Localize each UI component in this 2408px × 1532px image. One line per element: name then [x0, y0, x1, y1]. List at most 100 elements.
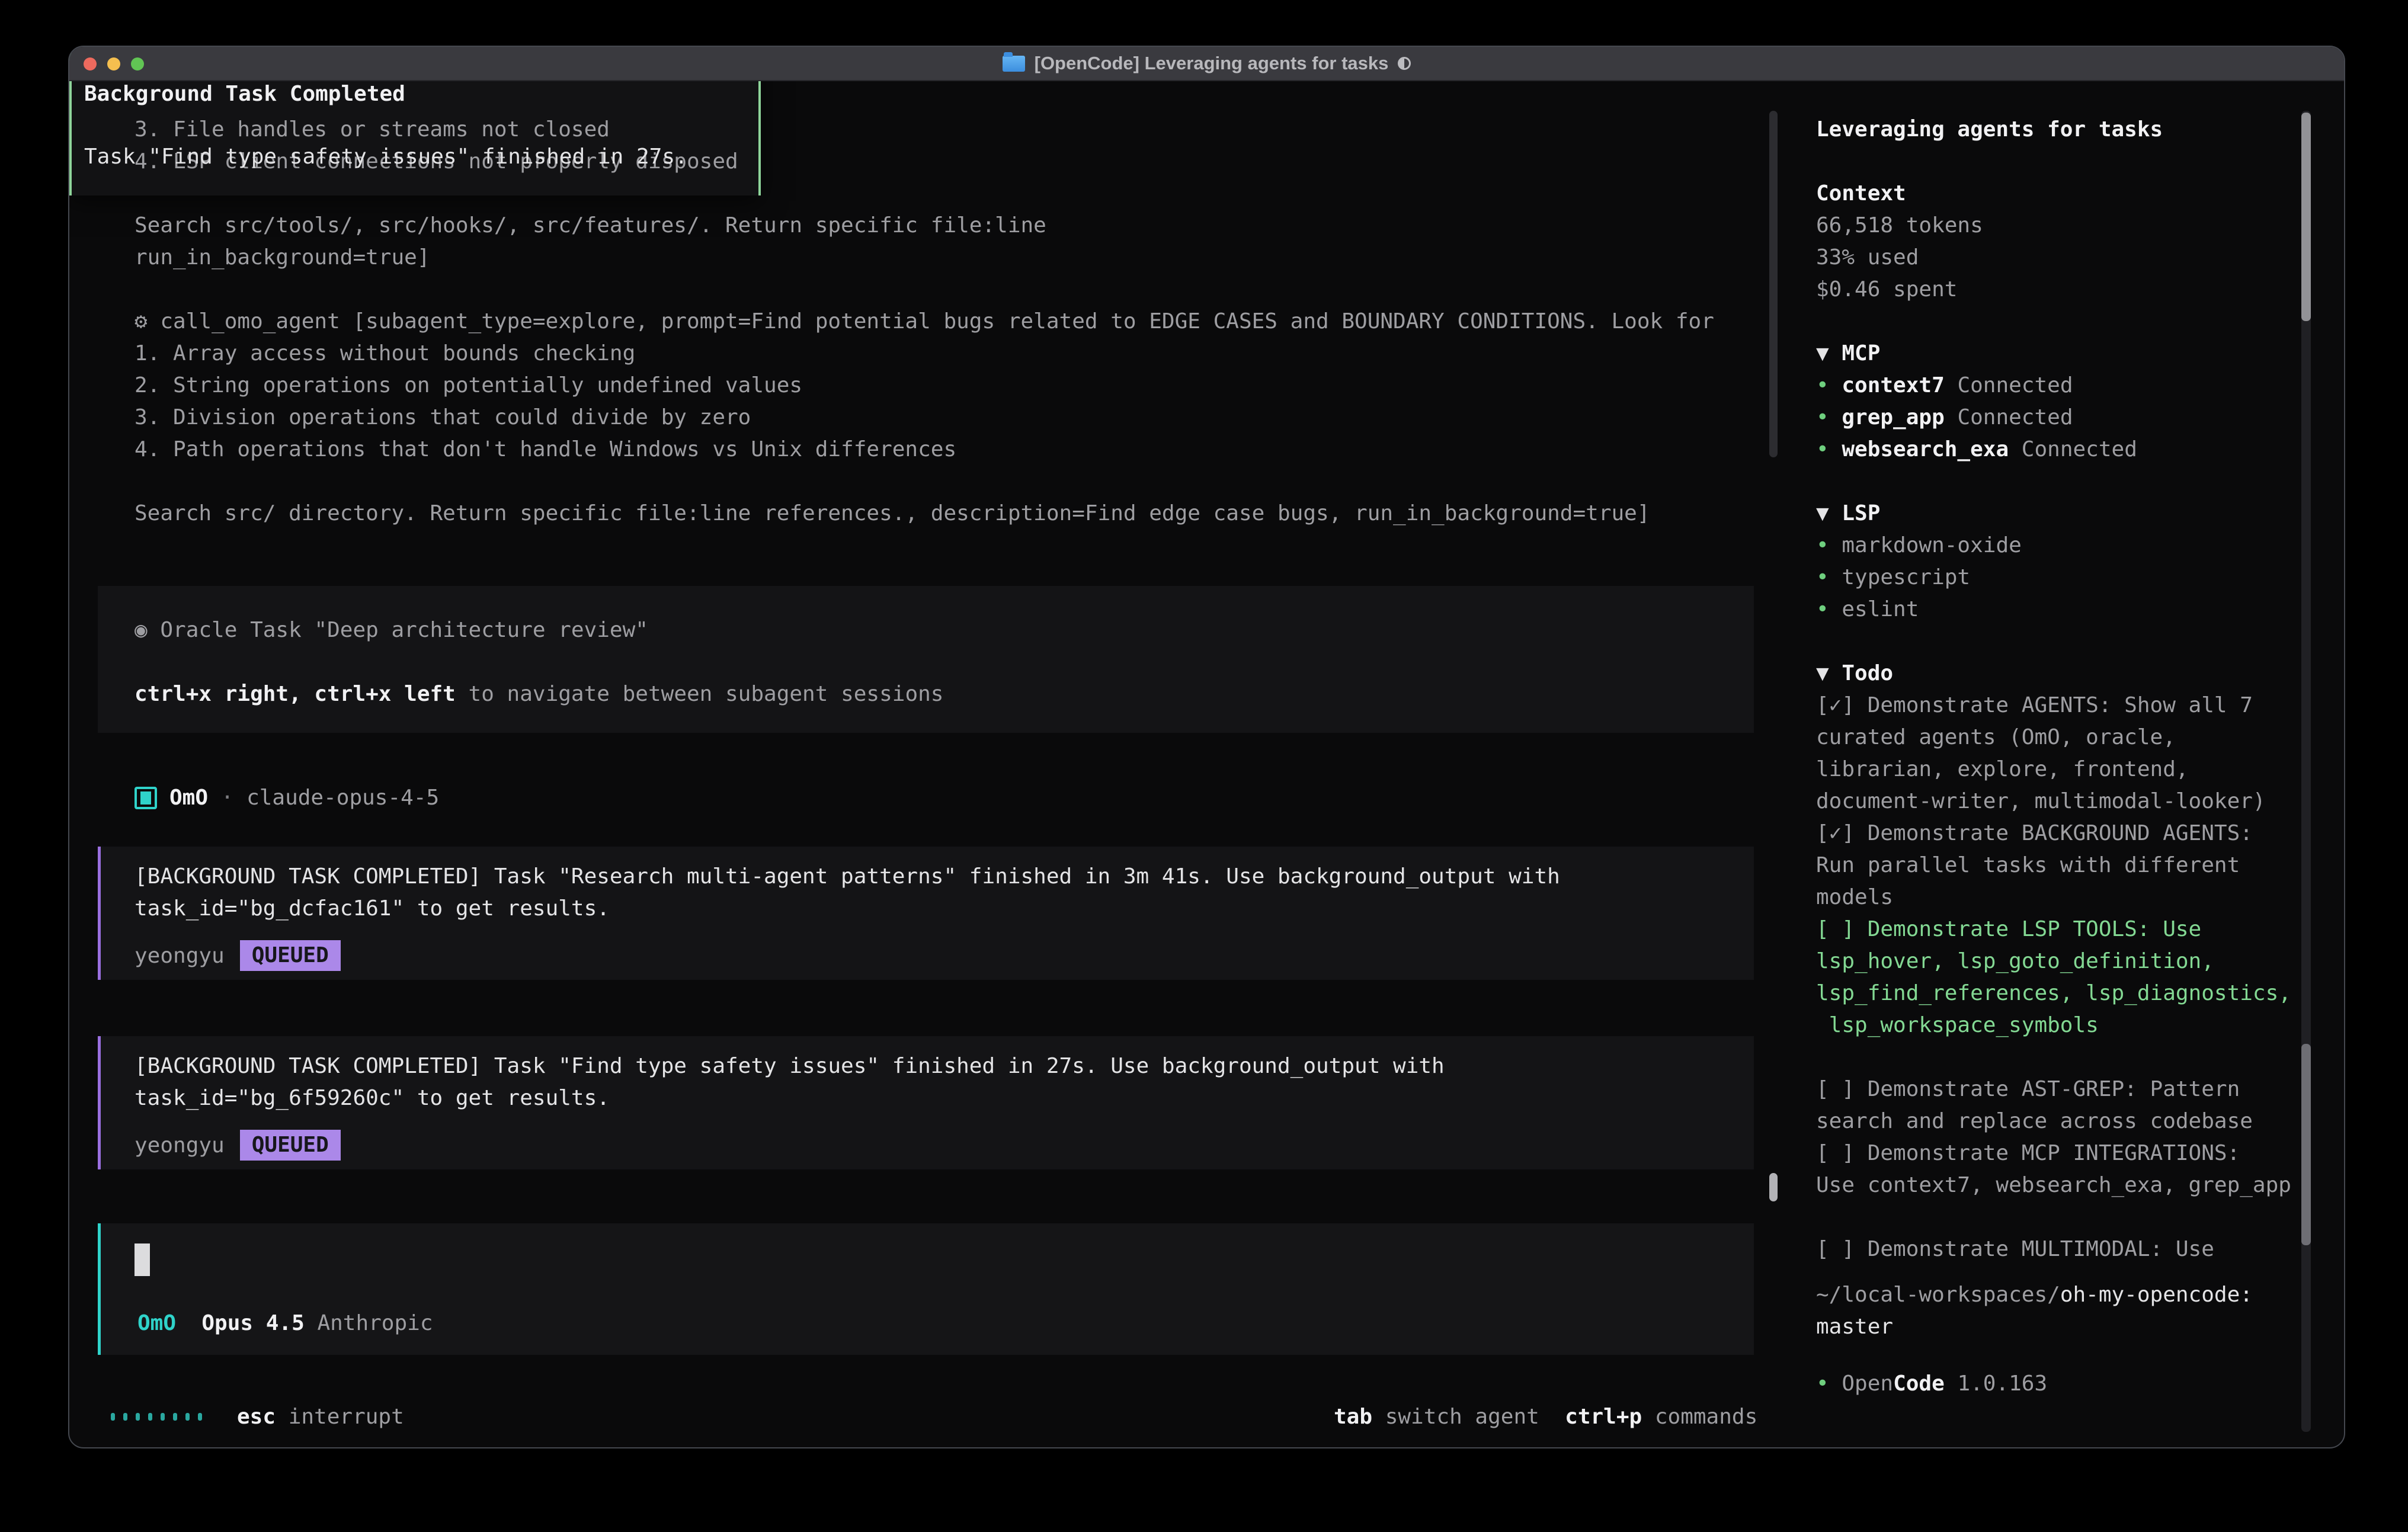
terminal-line: ▼ MCP — [1816, 338, 2291, 370]
active-model-line: OmO Opus 4.5 Anthropic — [137, 1307, 433, 1339]
zoom-button[interactable] — [131, 57, 144, 70]
traffic-lights — [84, 57, 144, 70]
terminal-line: [ ] Demonstrate MULTIMODAL: Use — [1816, 1233, 2291, 1265]
terminal-line: [BACKGROUND TASK COMPLETED] Task "Find t… — [135, 1050, 1754, 1082]
statusbar-shortcut-hints: tab switch agent ctrl+p commands — [1334, 1401, 1757, 1433]
terminal-output-top: 3. File handles or streams not closed4. … — [135, 114, 1046, 274]
omo-agent-title: OmO · claude-opus-4-5 — [169, 782, 439, 814]
terminal-line: • OpenCode 1.0.163 — [1816, 1368, 2047, 1400]
terminal-line: 66,518 tokens — [1816, 210, 2291, 242]
workspace-path: ~/local-workspaces/oh-my-opencode: — [1816, 1279, 2253, 1311]
terminal-line: master — [1816, 1311, 1893, 1343]
prompt-input-area[interactable]: OmO Opus 4.5 Anthropic — [98, 1223, 1754, 1355]
terminal-line: $0.46 spent — [1816, 274, 2291, 306]
terminal-line — [1816, 306, 2291, 338]
terminal-line: run_in_background=true] — [135, 242, 1046, 274]
terminal-line: [✓] Demonstrate BACKGROUND AGENTS: — [1816, 818, 2291, 850]
window-title: [OpenCode] Leveraging agents for tasks — [1035, 53, 1389, 74]
terminal-line — [135, 646, 1754, 678]
terminal-line: • markdown-oxide — [1816, 530, 2291, 562]
terminal-line: 3. Division operations that could divide… — [135, 402, 1714, 434]
terminal-output-call-omo-agent: ⚙ call_omo_agent [subagent_type=explore,… — [135, 306, 1714, 530]
terminal-line: document-writer, multimodal-looker) — [1816, 786, 2291, 818]
window-title-group: [OpenCode] Leveraging agents for tasks — [1003, 53, 1411, 74]
statusbar-interrupt-hint: esc interrupt — [237, 1401, 404, 1433]
terminal-line: OmO Opus 4.5 Anthropic — [137, 1307, 433, 1339]
terminal-line: Leveraging agents for tasks — [1816, 114, 2291, 146]
half-circle-session-icon — [1398, 57, 1411, 70]
terminal-line — [135, 466, 1714, 498]
background-task-message-2: [BACKGROUND TASK COMPLETED] Task "Find t… — [98, 1036, 1754, 1169]
author-label: yeongyu — [135, 944, 225, 968]
terminal-line: task_id="bg_dcfac161" to get results. — [135, 893, 1754, 925]
message-text: [BACKGROUND TASK COMPLETED] Task "Find t… — [135, 1050, 1754, 1114]
session-sidebar: Leveraging agents for tasks Context66,51… — [1816, 114, 2291, 1265]
terminal-line: OmO · claude-opus-4-5 — [169, 782, 439, 814]
opencode-version: • OpenCode 1.0.163 — [1816, 1368, 2047, 1400]
terminal-line: 2. String operations on potentially unde… — [135, 370, 1714, 402]
git-branch: master — [1816, 1311, 1893, 1343]
terminal-line: search and replace across codebase — [1816, 1105, 2291, 1137]
terminal-line — [1816, 466, 2291, 498]
terminal-line: ctrl+x right, ctrl+x left to navigate be… — [135, 678, 1754, 710]
terminal-line: • typescript — [1816, 562, 2291, 594]
terminal-line: esc interrupt — [237, 1401, 404, 1433]
message-text: [BACKGROUND TASK COMPLETED] Task "Resear… — [135, 861, 1754, 925]
terminal-line: ~/local-workspaces/oh-my-opencode: — [1816, 1279, 2253, 1311]
terminal-line — [1816, 146, 2291, 178]
terminal-line: Search src/tools/, src/hooks/, src/featu… — [135, 210, 1046, 242]
terminal-line — [135, 178, 1046, 210]
terminal-line: ▼ Todo — [1816, 658, 2291, 690]
terminal-line: task_id="bg_6f59260c" to get results. — [135, 1082, 1754, 1114]
terminal-line: Use context7, websearch_exa, grep_app — [1816, 1169, 2291, 1201]
main-scrollbar-thumb-top[interactable] — [1769, 111, 1778, 457]
message-status-line: yeongyu QUEUED — [135, 1130, 1754, 1161]
terminal-line: 1. Array access without bounds checking — [135, 338, 1714, 370]
window-titlebar: [OpenCode] Leveraging agents for tasks — [69, 47, 2344, 81]
working-spinner — [111, 1413, 202, 1421]
oracle-task-panel: ◉ Oracle Task "Deep architecture review"… — [98, 586, 1754, 733]
terminal-line: ⚙ call_omo_agent [subagent_type=explore,… — [135, 306, 1714, 338]
terminal-line: ▼ LSP — [1816, 498, 2291, 530]
terminal-line: tab switch agent ctrl+p commands — [1334, 1401, 1757, 1433]
folder-icon — [1003, 56, 1025, 72]
opencode-terminal-window: [OpenCode] Leveraging agents for tasks 3… — [68, 46, 2345, 1448]
sidebar-scrollbar-thumb-lower[interactable] — [2301, 1044, 2311, 1245]
terminal-line: Run parallel tasks with different — [1816, 850, 2291, 882]
terminal-line: 33% used — [1816, 242, 2291, 274]
terminal-line: Context — [1816, 178, 2291, 210]
notification-title: Background Task Completed — [84, 78, 405, 110]
message-status-line: yeongyu QUEUED — [135, 940, 1754, 971]
terminal-line: • grep_app Connected — [1816, 402, 2291, 434]
text-cursor — [135, 1243, 150, 1276]
close-button[interactable] — [84, 57, 97, 70]
terminal-line: [BACKGROUND TASK COMPLETED] Task "Resear… — [135, 861, 1754, 893]
terminal-line: 4. Path operations that don't handle Win… — [135, 434, 1714, 466]
terminal-line: • websearch_exa Connected — [1816, 434, 2291, 466]
terminal-line: Search src/ directory. Return specific f… — [135, 498, 1714, 530]
main-scrollbar-thumb[interactable] — [1769, 1173, 1778, 1201]
terminal-line: lsp_find_references, lsp_diagnostics, — [1816, 977, 2291, 1009]
terminal-line: librarian, explore, frontend, — [1816, 754, 2291, 786]
terminal-line: curated agents (OmO, oracle, — [1816, 722, 2291, 754]
background-task-message-1: [BACKGROUND TASK COMPLETED] Task "Resear… — [98, 847, 1754, 980]
terminal-line: lsp_workspace_symbols — [1816, 1009, 2291, 1041]
terminal-line: [ ] Demonstrate LSP TOOLS: Use — [1816, 914, 2291, 946]
terminal-line — [1816, 626, 2291, 658]
queued-badge: QUEUED — [240, 1130, 341, 1161]
minimize-button[interactable] — [107, 57, 120, 70]
terminal-line: [ ] Demonstrate AST-GREP: Pattern — [1816, 1073, 2291, 1105]
terminal-line: [✓] Demonstrate AGENTS: Show all 7 — [1816, 690, 2291, 722]
terminal-line: ◉ Oracle Task "Deep architecture review" — [135, 614, 1754, 646]
omo-agent-icon — [135, 787, 157, 809]
omo-agent-header: OmO · claude-opus-4-5 — [135, 782, 439, 814]
author-label: yeongyu — [135, 1133, 225, 1158]
terminal-line — [1816, 1041, 2291, 1073]
terminal-line: models — [1816, 882, 2291, 914]
sidebar-scrollbar-thumb[interactable] — [2301, 113, 2311, 321]
terminal-line: • context7 Connected — [1816, 370, 2291, 402]
notification-body: Task "Find type safety issues" finished … — [84, 141, 688, 173]
terminal-line: [ ] Demonstrate MCP INTEGRATIONS: — [1816, 1137, 2291, 1169]
terminal-line: • eslint — [1816, 594, 2291, 626]
terminal-line: lsp_hover, lsp_goto_definition, — [1816, 946, 2291, 977]
